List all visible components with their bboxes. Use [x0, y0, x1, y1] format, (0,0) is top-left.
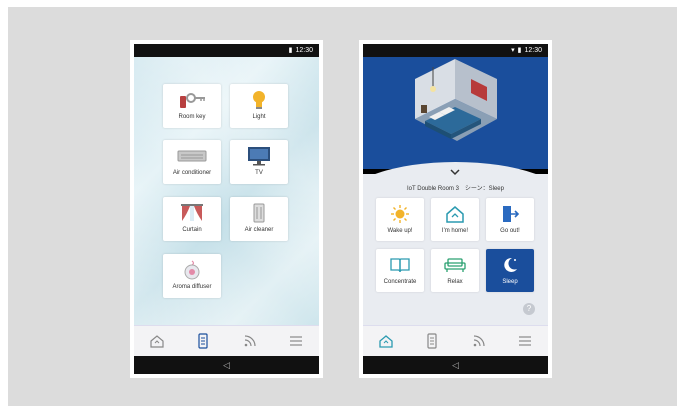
book-icon — [376, 255, 424, 275]
scene-label: I'm home! — [441, 228, 469, 234]
menu-icon — [518, 336, 531, 346]
chevron-down-icon[interactable] — [449, 168, 461, 176]
device-label: Room key — [178, 114, 206, 120]
home-icon — [379, 335, 393, 348]
back-button[interactable]: ◁ — [452, 360, 459, 370]
light-bulb-icon — [230, 89, 288, 111]
device-tile-light[interactable]: Light — [230, 84, 288, 128]
back-button[interactable]: ◁ — [223, 360, 230, 370]
nav-bar: ◁ — [363, 356, 548, 374]
scene-label: Relax — [447, 279, 463, 285]
help-button[interactable]: ? — [523, 303, 535, 315]
wifi-icon — [244, 335, 256, 347]
sun-icon — [376, 204, 424, 224]
device-label: Light — [252, 114, 266, 120]
device-tile-air-cleaner[interactable]: Air cleaner — [230, 197, 288, 241]
room-scene-title: IoT Double Room 3 シーン：Sleep — [407, 186, 504, 192]
tab-menu[interactable] — [273, 326, 319, 356]
tab-home[interactable] — [134, 326, 180, 356]
curtain-icon — [163, 202, 221, 224]
scene-label: Sleep — [502, 279, 518, 285]
device-tile-aroma-diffuser[interactable]: Aroma diffuser — [163, 254, 221, 298]
remote-icon — [198, 333, 208, 349]
menu-icon — [289, 336, 302, 346]
aroma-diffuser-icon — [163, 259, 221, 281]
bedroom-illustration — [415, 59, 497, 141]
phone-devices: ▮ 12:30 Room key Light Air conditioner T… — [130, 40, 323, 378]
device-label: Curtain — [182, 227, 202, 233]
phone-scenes: ▾ ▮ 12:30 IoT Double Room 3 シーン：Sleep Wa… — [359, 40, 552, 378]
scene-label: Go out! — [500, 228, 520, 234]
battery-icon: ▮ — [517, 47, 522, 54]
device-grid: Room key Light Air conditioner TV Curtai… — [134, 57, 319, 328]
air-cleaner-icon — [230, 202, 288, 224]
device-tile-room-key[interactable]: Room key — [163, 84, 221, 128]
background-panel — [8, 7, 677, 406]
scene-tile-go-out[interactable]: Go out! — [486, 198, 534, 241]
scene-label: Concentrate — [383, 279, 417, 285]
battery-icon: ▮ — [288, 47, 293, 54]
moon-icon — [486, 255, 534, 275]
tab-bar — [363, 325, 548, 356]
tab-remote[interactable] — [180, 326, 226, 356]
devices-screen: ▮ 12:30 Room key Light Air conditioner T… — [134, 44, 319, 374]
tab-menu[interactable] — [502, 326, 548, 356]
door-exit-icon — [486, 204, 534, 224]
device-label: Aroma diffuser — [172, 284, 212, 290]
status-bar: ▾ ▮ 12:30 — [363, 44, 548, 57]
status-bar: ▮ 12:30 — [134, 44, 319, 57]
scene-tile-sleep[interactable]: Sleep — [486, 249, 534, 292]
room-key-icon — [163, 89, 221, 111]
sofa-icon — [431, 255, 479, 275]
room-illustration-area — [363, 57, 548, 169]
tab-wifi[interactable] — [227, 326, 273, 356]
nav-bar: ◁ — [134, 356, 319, 374]
scene-label: Wake up! — [387, 228, 413, 234]
home-icon — [150, 335, 164, 348]
status-time: 12:30 — [295, 47, 313, 54]
device-label: TV — [255, 170, 263, 176]
house-icon — [431, 204, 479, 224]
device-label: Air cleaner — [244, 227, 274, 233]
device-tile-curtain[interactable]: Curtain — [163, 197, 221, 241]
scene-tile-relax[interactable]: Relax — [431, 249, 479, 292]
device-tile-tv[interactable]: TV — [230, 140, 288, 184]
wifi-status-icon: ▾ — [511, 47, 515, 54]
scene-tile-concentrate[interactable]: Concentrate — [376, 249, 424, 292]
status-time: 12:30 — [524, 47, 542, 54]
air-conditioner-icon — [163, 145, 221, 167]
device-tile-air-conditioner[interactable]: Air conditioner — [163, 140, 221, 184]
tv-icon — [230, 145, 288, 167]
scene-tile-im-home[interactable]: I'm home! — [431, 198, 479, 241]
device-label: Air conditioner — [172, 170, 212, 176]
scenes-screen: ▾ ▮ 12:30 IoT Double Room 3 シーン：Sleep Wa… — [363, 44, 548, 374]
tab-remote[interactable] — [409, 326, 455, 356]
scene-tile-wake-up[interactable]: Wake up! — [376, 198, 424, 241]
tab-wifi[interactable] — [456, 326, 502, 356]
tab-home[interactable] — [363, 326, 409, 356]
tab-bar — [134, 325, 319, 356]
wifi-icon — [473, 335, 485, 347]
remote-icon — [427, 333, 437, 349]
